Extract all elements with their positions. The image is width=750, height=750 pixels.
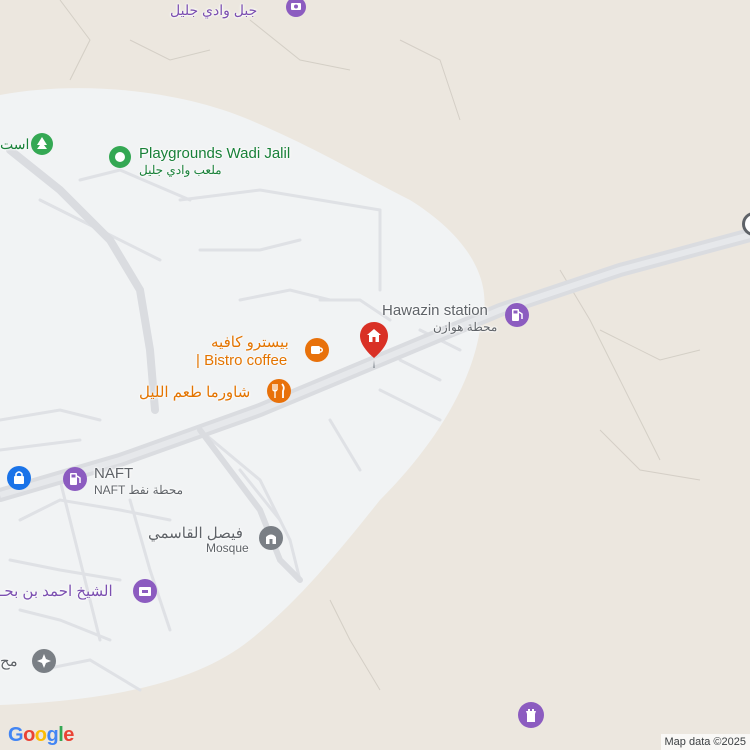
- map-attribution: Map data ©2025: [660, 734, 750, 750]
- mosque-icon[interactable]: [259, 526, 283, 555]
- shawarma-label[interactable]: شاورما طعم الليل: [139, 383, 250, 401]
- shopping-icon[interactable]: [7, 466, 31, 495]
- left-edge-label-bottom[interactable]: مح: [0, 652, 18, 670]
- hawazin-label-en[interactable]: Hawazin station: [382, 302, 488, 319]
- selected-location-marker[interactable]: [360, 322, 388, 373]
- naft-gas-station-icon[interactable]: [63, 467, 87, 496]
- restaurant-icon[interactable]: [267, 379, 291, 408]
- tower-icon[interactable]: [518, 702, 544, 733]
- playground-icon[interactable]: [109, 146, 131, 173]
- bottom-left-poi-icon[interactable]: [32, 649, 56, 678]
- playgrounds-label-ar[interactable]: ملعب وادي جليل: [139, 163, 222, 177]
- coffee-icon[interactable]: [305, 338, 329, 367]
- hawazin-label-ar[interactable]: محطة هوازن: [433, 320, 497, 334]
- sheikh-ahmed-label[interactable]: الشيخ احمد بن بحـ: [0, 582, 113, 600]
- map-base: [0, 0, 750, 750]
- map-canvas[interactable]: جبل وادي جليل است Playgrounds Wadi Jalil…: [0, 0, 750, 750]
- bistro-label-en[interactable]: | Bistro coffee: [196, 352, 287, 369]
- jabal-wadi-jalil-label[interactable]: جبل وادي جليل: [170, 2, 257, 19]
- gas-station-icon[interactable]: [505, 303, 529, 332]
- park-icon[interactable]: [31, 133, 53, 160]
- naft-label-en[interactable]: NAFT: [94, 465, 133, 482]
- faisal-label-en[interactable]: Mosque: [206, 541, 249, 555]
- landmark-icon-sheikh[interactable]: [133, 579, 157, 608]
- left-edge-label-top[interactable]: است: [0, 136, 29, 153]
- right-edge-poi-icon[interactable]: [742, 212, 750, 241]
- playgrounds-label-en[interactable]: Playgrounds Wadi Jalil: [139, 145, 290, 162]
- faisal-label-ar[interactable]: فيصل القاسمي: [148, 524, 243, 542]
- google-logo: Google: [8, 724, 74, 746]
- naft-label-ar[interactable]: NAFT محطة نفط: [94, 483, 183, 497]
- landmark-icon[interactable]: [285, 0, 307, 23]
- bistro-label-ar[interactable]: بيسترو كافيه: [211, 333, 289, 351]
